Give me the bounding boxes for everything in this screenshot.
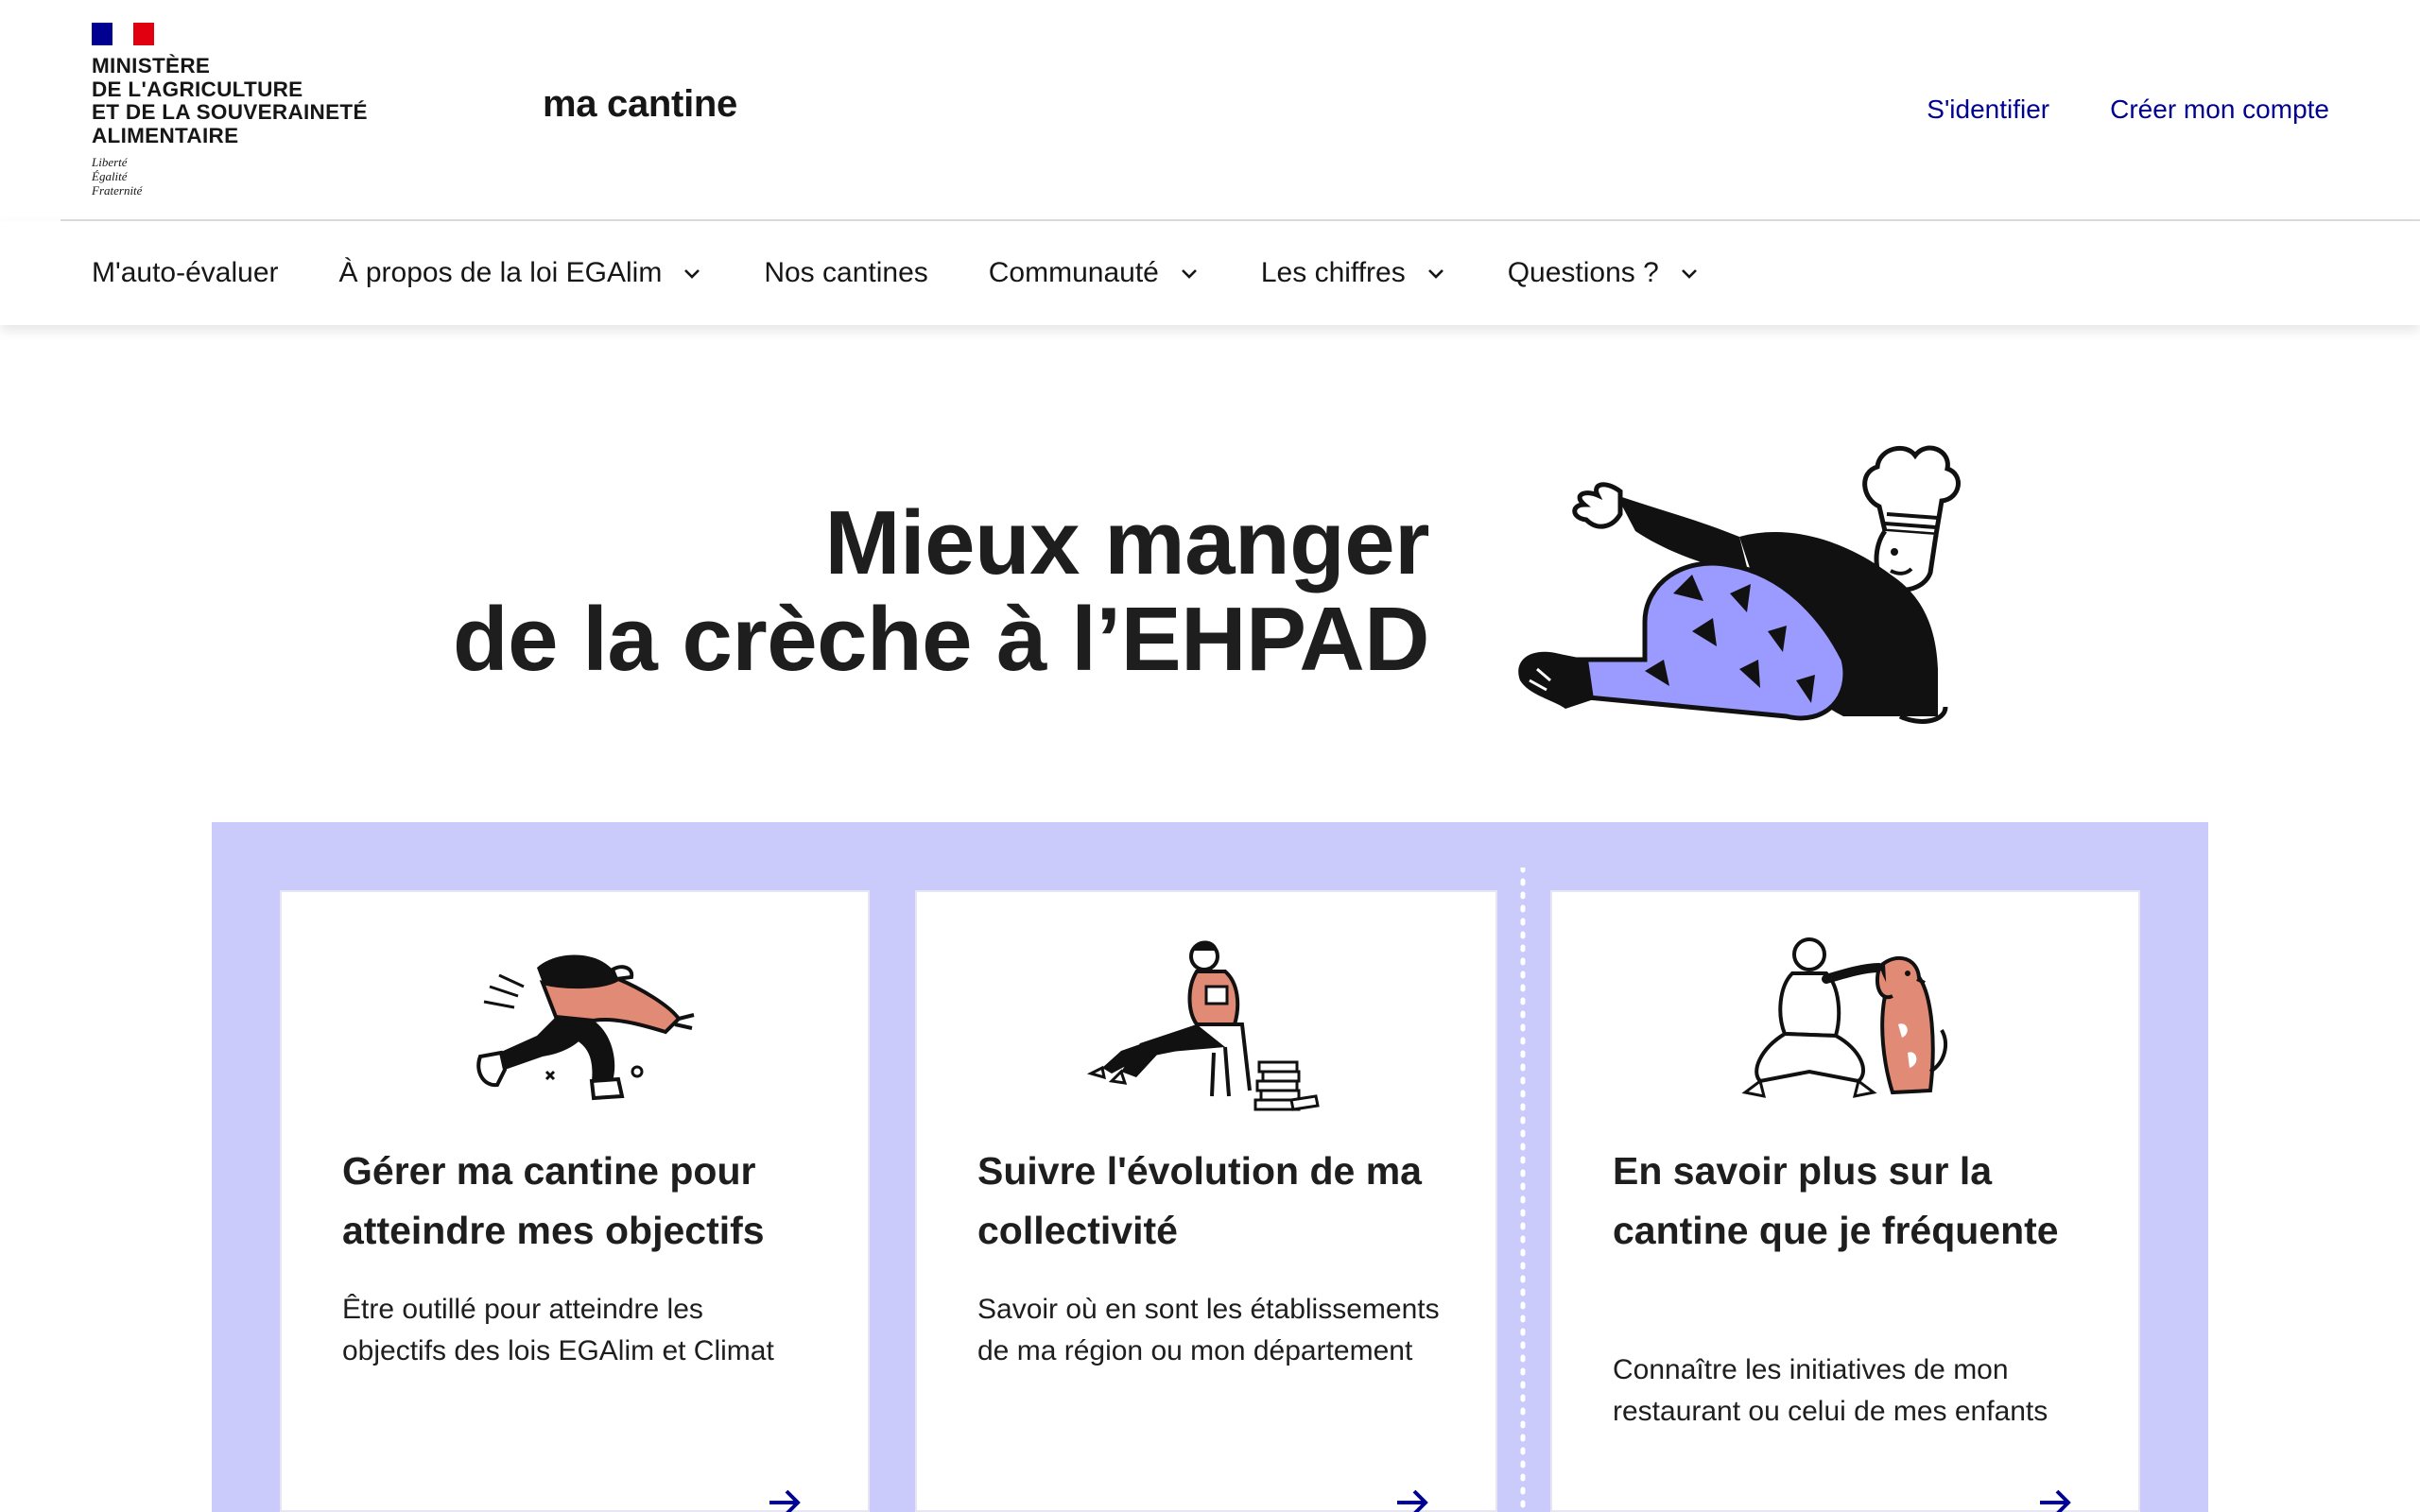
runner-illustration (476, 954, 695, 1101)
chevron-down-icon (684, 269, 700, 279)
ministry-logo[interactable]: Ministère de l'Agriculture et de la Souv… (92, 23, 394, 198)
card-know-canteen[interactable]: En savoir plus sur la cantine que je fré… (1550, 890, 2140, 1512)
ministry-name: Ministère de l'Agriculture et de la Souv… (92, 54, 394, 147)
card-description: Connaître les initiatives de mon restaur… (1613, 1354, 2048, 1427)
chevron-down-icon (1681, 269, 1697, 279)
ministry-line: alimentaire (92, 123, 239, 147)
nav-item-self-evaluate[interactable]: M'auto-évaluer (92, 257, 279, 289)
arrow-right-icon (2040, 1489, 2071, 1512)
nav-item-label: Communauté (988, 257, 1159, 288)
nav-item-label: M'auto-évaluer (92, 257, 279, 288)
nav-item-our-canteens[interactable]: Nos cantines (764, 257, 927, 289)
nav-item-questions[interactable]: Questions ? (1508, 257, 1701, 289)
motto-line: Égalité (92, 169, 128, 183)
card-title: En savoir plus sur la cantine que je fré… (1613, 1149, 2059, 1252)
hero-title-line: Mieux manger (824, 492, 1429, 593)
arrow-right-icon (769, 1489, 801, 1512)
card-title: Suivre l'évolution de ma collectivité (977, 1149, 1422, 1252)
republic-flag-icon (92, 23, 154, 45)
republic-motto: Liberté Égalité Fraternité (92, 155, 394, 198)
hero-title: Mieux manger de la crèche à l’EHPAD (453, 492, 1430, 690)
person-with-dog-illustration (1741, 937, 1947, 1098)
ministry-line: de l'Agriculture (92, 77, 303, 101)
ministry-line: Ministère (92, 54, 211, 77)
create-account-link[interactable]: Créer mon compte (2110, 94, 2329, 125)
nav-item-community[interactable]: Communauté (989, 257, 1201, 289)
card-title: Gérer ma cantine pour atteindre mes obje… (342, 1149, 765, 1252)
account-links: S'identifier Créer mon compte (1927, 94, 2329, 125)
hero-title-line: de la crèche à l’EHPAD (453, 589, 1430, 690)
dotted-divider (1520, 868, 1526, 1512)
card-description: Savoir où en sont les établissements de … (977, 1294, 1440, 1366)
card-manage-canteen[interactable]: Gérer ma cantine pour atteindre mes obje… (280, 890, 870, 1512)
nav-item-label: Questions ? (1507, 257, 1659, 288)
motto-line: Liberté (92, 155, 128, 169)
nav-item-label: Les chiffres (1260, 257, 1406, 288)
motto-line: Fraternité (92, 183, 143, 198)
arrow-right-icon (1397, 1489, 1428, 1512)
nav-item-egalim[interactable]: À propos de la loi EGAlim (339, 257, 704, 289)
nav-item-figures[interactable]: Les chiffres (1261, 257, 1447, 289)
chevron-down-icon (1181, 269, 1197, 279)
card-description: Être outillé pour atteindre les objectif… (342, 1294, 774, 1366)
main-navigation: M'auto-évaluer À propos de la loi EGAlim… (0, 221, 2420, 325)
ministry-line: et de la Souveraineté (92, 100, 368, 124)
site-header: Ministère de l'Agriculture et de la Souv… (0, 0, 2420, 219)
nav-item-label: À propos de la loi EGAlim (338, 257, 663, 288)
card-follow-community[interactable]: Suivre l'évolution de ma collectivité Sa… (915, 890, 1497, 1512)
nav-item-label: Nos cantines (764, 257, 928, 288)
site-name[interactable]: ma cantine (543, 83, 737, 126)
reading-person-illustration (1086, 940, 1320, 1111)
login-link[interactable]: S'identifier (1927, 94, 2049, 125)
chevron-down-icon (1427, 269, 1443, 279)
chef-illustration (1518, 445, 1961, 724)
